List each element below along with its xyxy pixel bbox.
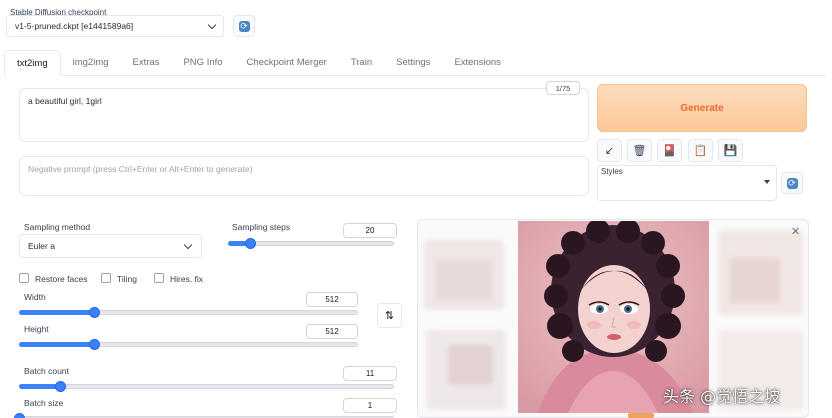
generate-button[interactable]: Generate — [597, 84, 807, 132]
gallery-thumb-blur — [448, 345, 493, 385]
main-tabs: txt2img img2img Extras PNG Info Checkpoi… — [4, 50, 826, 76]
swap-dimensions-button[interactable]: ⇅ — [377, 303, 402, 328]
tiling-label: Tiling — [117, 274, 137, 284]
tab-train[interactable]: Train — [339, 50, 384, 75]
refresh-checkpoint-button[interactable]: ⟳ — [233, 15, 255, 37]
prompt-input[interactable]: a beautiful girl, 1girl — [19, 88, 589, 142]
gallery-selected-thumb[interactable] — [628, 413, 654, 418]
extra-networks-button[interactable]: 🎴 — [657, 139, 682, 162]
trash-icon: 🗑 — [632, 145, 647, 157]
height-slider-thumb[interactable] — [88, 339, 100, 350]
tab-extras[interactable]: Extras — [121, 50, 172, 75]
refresh-icon: ⟳ — [786, 177, 798, 189]
height-slider-fill — [19, 342, 94, 347]
restore-faces-label: Restore faces — [35, 274, 88, 284]
height-label: Height — [24, 324, 49, 334]
styles-label: Styles — [601, 167, 623, 176]
batch-size-slider-thumb[interactable] — [14, 413, 25, 418]
sampling-method-select[interactable]: Euler a — [19, 234, 202, 258]
arrow-down-left-icon: ↙ — [604, 145, 615, 157]
hires-fix-label: Hires. fix — [170, 274, 204, 284]
refresh-styles-button[interactable]: ⟳ — [781, 172, 803, 194]
batch-count-slider[interactable] — [19, 384, 394, 389]
read-params-button[interactable]: ↙ — [597, 139, 622, 162]
swap-arrows-icon: ⇅ — [384, 310, 395, 322]
save-style-button[interactable]: 💾 — [718, 139, 743, 162]
save-icon: 💾 — [723, 145, 738, 157]
height-input[interactable]: 512 — [306, 324, 358, 339]
gallery-thumb-blur — [436, 260, 491, 300]
chevron-down-icon — [183, 240, 193, 249]
styles-select[interactable] — [597, 165, 777, 201]
width-slider-thumb[interactable] — [88, 307, 100, 318]
sampling-method-value: Euler a — [28, 241, 55, 251]
tab-settings[interactable]: Settings — [384, 50, 442, 75]
batch-size-label: Batch size — [24, 398, 64, 408]
checkpoint-value: v1-5-pruned.ckpt [e1441589a6] — [15, 21, 134, 31]
watermark: 头条 @觉悟之坡 — [663, 387, 781, 406]
sampling-steps-slider-thumb[interactable] — [244, 238, 256, 249]
tab-png-info[interactable]: PNG Info — [171, 50, 234, 75]
batch-count-slider-thumb[interactable] — [55, 381, 67, 392]
chevron-down-icon — [207, 20, 217, 29]
caret-down-icon — [764, 180, 770, 184]
close-preview-icon[interactable]: ✕ — [791, 225, 800, 238]
apply-style-button[interactable]: 📋 — [688, 139, 713, 162]
sampling-steps-input[interactable]: 20 — [343, 223, 397, 238]
batch-count-slider-fill — [19, 384, 61, 389]
card-icon: 🎴 — [662, 145, 677, 157]
width-slider-fill — [19, 310, 94, 315]
negative-prompt-input[interactable]: Negative prompt (press Ctrl+Enter or Alt… — [19, 156, 589, 196]
hires-fix-checkbox[interactable] — [154, 273, 164, 283]
tab-txt2img[interactable]: txt2img — [4, 50, 61, 76]
batch-count-input[interactable]: 11 — [343, 366, 397, 381]
batch-count-label: Batch count — [24, 366, 69, 376]
tab-checkpoint-merger[interactable]: Checkpoint Merger — [235, 50, 339, 75]
sampling-method-label: Sampling method — [24, 222, 91, 232]
tiling-checkbox[interactable] — [101, 273, 111, 283]
checkpoint-select[interactable]: v1-5-pruned.ckpt [e1441589a6] — [6, 15, 224, 37]
width-label: Width — [24, 292, 46, 302]
tab-img2img[interactable]: img2img — [61, 50, 121, 75]
restore-faces-checkbox[interactable] — [19, 273, 29, 283]
width-input[interactable]: 512 — [306, 292, 358, 307]
clear-prompt-button[interactable]: 🗑 — [627, 139, 652, 162]
clipboard-icon: 📋 — [693, 145, 708, 157]
batch-size-input[interactable]: 1 — [343, 398, 397, 413]
refresh-icon: ⟳ — [238, 20, 250, 32]
token-counter: 1/75 — [546, 81, 580, 95]
sampling-steps-label: Sampling steps — [232, 222, 291, 232]
gallery-thumb-blur — [730, 258, 780, 303]
tab-extensions[interactable]: Extensions — [442, 50, 512, 75]
